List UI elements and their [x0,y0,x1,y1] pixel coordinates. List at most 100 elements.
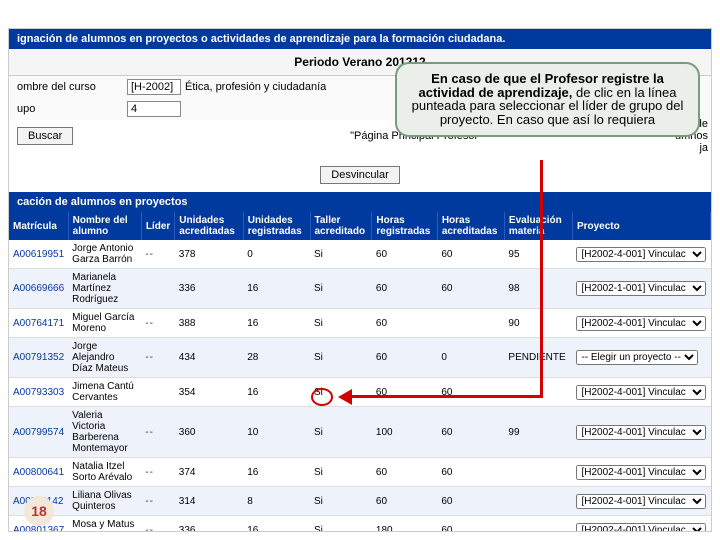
leader-select-dashed[interactable]: -- [145,525,154,533]
project-select[interactable]: -- Elegir un proyecto -- [576,350,698,365]
cell-value: 16 [243,516,310,533]
cell-value: 60 [372,338,437,378]
leader-select-dashed[interactable]: -- [145,496,154,507]
cell-nombre: Jorge Antonio Garza Barrón [68,240,141,269]
students-table: Matrícula Nombre del alumno Líder Unidad… [9,212,711,532]
col-lider: Líder [141,212,174,240]
cell-lider [141,269,174,309]
cell-value: 60 [437,240,504,269]
cell-value: 388 [175,309,243,338]
highlight-circle-icon [311,388,333,406]
cell-value: 180 [372,516,437,533]
cell-nombre: Marianela Martínez Rodríguez [68,269,141,309]
cell-matricula: A00619951 [9,240,68,269]
project-select[interactable]: [H2002-4-001] Vinculac 5 [576,385,706,400]
leader-select-dashed[interactable]: -- [145,427,154,438]
cell-value: 0 [243,240,310,269]
cell-value: 60 [372,269,437,309]
project-select[interactable]: [H2002-4-001] Vinculac 5 [576,465,706,480]
cell-lider [141,378,174,407]
cell-lider: -- [141,240,174,269]
cell-proyecto: [H2002-4-001] Vinculac 5 [572,240,710,269]
cell-proyecto: [H2002-1-001] Vinculac 5 [572,269,710,309]
table-row: A00801142Liliana Olivas Quinteros--3148S… [9,487,711,516]
cell-proyecto: [H2002-4-001] Vinculac 5 [572,516,710,533]
cell-proyecto: [H2002-4-001] Vinculac 5 [572,407,710,458]
cell-value: Si [310,458,372,487]
cell-proyecto: [H2002-4-001] Vinculac 5 [572,458,710,487]
cell-value: 374 [175,458,243,487]
cell-lider: -- [141,407,174,458]
table-row: A00619951Jorge Antonio Garza Barrón--378… [9,240,711,269]
cell-matricula: A00669666 [9,269,68,309]
cell-value: 10 [243,407,310,458]
leader-select-dashed[interactable]: -- [145,318,154,329]
group-input[interactable] [127,101,181,117]
cell-value: Si [310,240,372,269]
col-eval: Evaluación materia [504,212,572,240]
cell-proyecto: [H2002-4-001] Vinculac 5 [572,378,710,407]
cell-proyecto: -- Elegir un proyecto -- [572,338,710,378]
cell-nombre: Mosa y Matus Carrasco [68,516,141,533]
project-select[interactable]: [H2002-4-001] Vinculac 5 [576,316,706,331]
cell-lider: -- [141,458,174,487]
cell-value: Si [310,487,372,516]
cell-matricula: A00799574 [9,407,68,458]
cell-nombre: Liliana Olivas Quinteros [68,487,141,516]
search-button[interactable]: Buscar [17,127,73,145]
arrow-vertical [540,160,543,398]
table-row: A00801367Mosa y Matus Carrasco--33616Si1… [9,516,711,533]
section-header-assignment: ignación de alumnos en proyectos o activ… [9,29,711,49]
cell-value: 60 [437,378,504,407]
cell-value: 60 [437,487,504,516]
cell-matricula: A00793303 [9,378,68,407]
cell-nombre: Jorge Alejandro Díaz Mateus [68,338,141,378]
table-row: A00799574Valeria Victoria Barberena Mont… [9,407,711,458]
project-select[interactable]: [H2002-4-001] Vinculac 5 [576,425,706,440]
cell-value: 0 [437,338,504,378]
cell-value: 99 [504,407,572,458]
cell-lider: -- [141,309,174,338]
cell-value: 60 [372,487,437,516]
cell-nombre: Jimena Cantú Cervantes [68,378,141,407]
cell-value: 28 [243,338,310,378]
cell-value: 16 [243,378,310,407]
unlink-button[interactable]: Desvincular [320,166,399,184]
col-ua: Unidades acreditadas [175,212,243,240]
cell-value: 354 [175,378,243,407]
cell-value: PENDIENTE [504,338,572,378]
cell-value: Si [310,338,372,378]
cell-lider: -- [141,516,174,533]
leader-select-dashed[interactable]: -- [145,249,154,260]
cell-value [504,487,572,516]
cell-nombre: Miguel García Moreno [68,309,141,338]
col-matricula: Matrícula [9,212,68,240]
cell-value: Si [310,269,372,309]
cell-value: 8 [243,487,310,516]
leader-select-dashed[interactable]: -- [145,467,154,478]
slide-number: 18 [24,496,54,526]
cell-value: 60 [372,378,437,407]
col-ha: Horas acreditadas [437,212,504,240]
cell-value: 434 [175,338,243,378]
cell-value: 60 [372,458,437,487]
course-code-input[interactable] [127,79,181,95]
cell-value: 90 [504,309,572,338]
unlink-row: Desvincular [9,157,711,192]
table-row: A00764171Miguel García Moreno--38816Si60… [9,309,711,338]
cell-value [504,516,572,533]
cell-value: 98 [504,269,572,309]
leader-select-dashed[interactable]: -- [145,352,154,363]
cell-value: 16 [243,269,310,309]
cell-nombre: Natalia Itzel Sorto Arévalo [68,458,141,487]
project-select[interactable]: [H2002-1-001] Vinculac 5 [576,281,706,296]
cell-matricula: A00800641 [9,458,68,487]
project-select[interactable]: [H2002-4-001] Vinculac 5 [576,494,706,509]
project-select[interactable]: [H2002-4-001] Vinculac 5 [576,247,706,262]
col-taller: Taller acreditado [310,212,372,240]
project-select[interactable]: [H2002-4-001] Vinculac 5 [576,523,706,533]
cell-value: Si [310,516,372,533]
col-hr: Horas registradas [372,212,437,240]
col-ur: Unidades registradas [243,212,310,240]
cell-lider: -- [141,487,174,516]
